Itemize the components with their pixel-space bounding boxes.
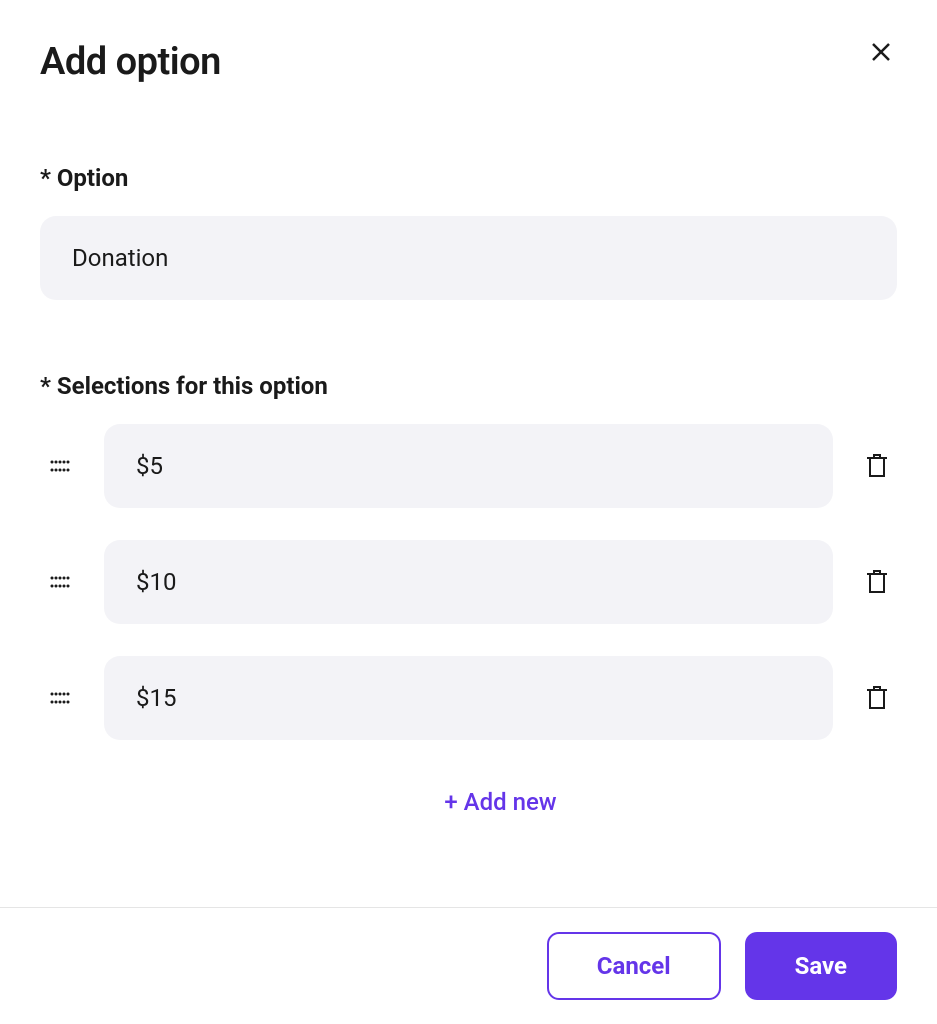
modal-footer: Cancel Save (0, 907, 937, 1024)
option-section: * Option (40, 164, 897, 300)
selection-row (40, 540, 897, 624)
trash-icon (866, 569, 888, 595)
modal-container: Add option * Option * Selections for thi… (0, 0, 937, 1024)
selections-container: + Add new (40, 424, 897, 824)
option-label: * Option (40, 164, 897, 192)
selections-label: * Selections for this option (40, 372, 897, 400)
selection-row (40, 424, 897, 508)
drag-handle[interactable] (40, 460, 80, 472)
trash-icon (866, 685, 888, 711)
add-new-selection-button[interactable]: + Add new (104, 780, 897, 824)
modal-header: Add option (40, 40, 897, 84)
delete-selection-button[interactable] (857, 565, 897, 599)
delete-selection-button[interactable] (857, 681, 897, 715)
delete-selection-button[interactable] (857, 449, 897, 483)
drag-handle[interactable] (40, 692, 80, 704)
save-button[interactable]: Save (745, 932, 897, 1000)
selections-section: * Selections for this option (40, 372, 897, 824)
selection-input[interactable] (104, 656, 833, 740)
close-icon (869, 40, 893, 64)
drag-handle-icon (50, 692, 70, 704)
cancel-button[interactable]: Cancel (547, 932, 721, 1000)
modal-title: Add option (40, 40, 221, 84)
selection-row (40, 656, 897, 740)
trash-icon (866, 453, 888, 479)
drag-handle-icon (50, 576, 70, 588)
selection-input[interactable] (104, 540, 833, 624)
close-button[interactable] (865, 36, 897, 68)
drag-handle-icon (50, 460, 70, 472)
selection-input[interactable] (104, 424, 833, 508)
drag-handle[interactable] (40, 576, 80, 588)
option-input[interactable] (40, 216, 897, 300)
